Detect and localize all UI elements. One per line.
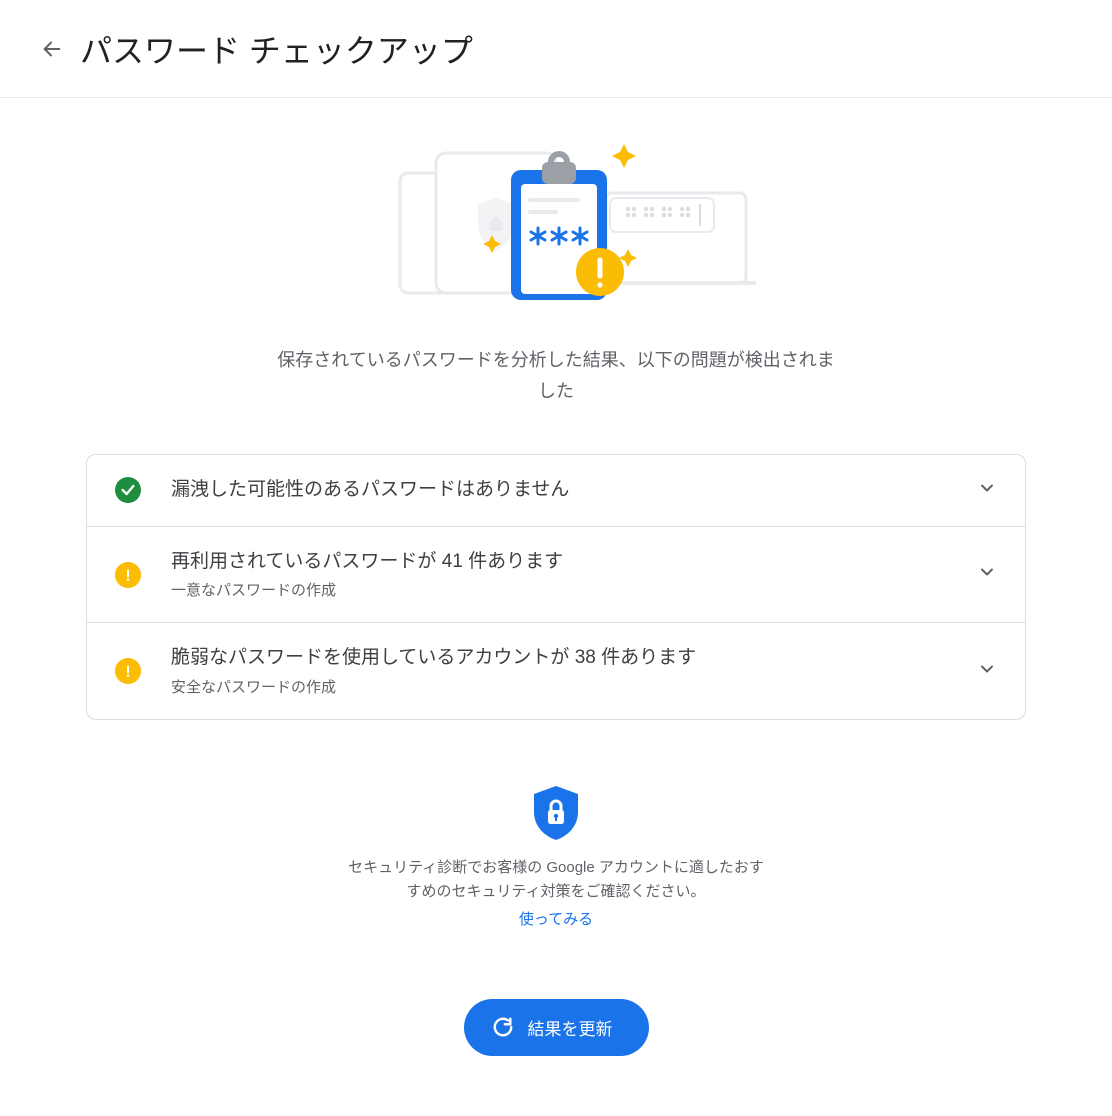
- refresh-button-wrap: 結果を更新: [86, 999, 1026, 1056]
- chevron-down-icon: [977, 659, 997, 684]
- refresh-button[interactable]: 結果を更新: [464, 999, 649, 1056]
- refresh-icon: [492, 1016, 514, 1038]
- security-checkup-link[interactable]: 使ってみる: [519, 908, 593, 929]
- card-subtitle: 一意なパスワードの作成: [171, 579, 961, 600]
- check-icon: [115, 477, 141, 503]
- refresh-button-label: 結果を更新: [528, 1015, 613, 1040]
- card-title: 再利用されているパスワードが 41 件あります: [171, 549, 961, 576]
- hero-caption: 保存されているパスワードを分析した結果、以下の問題が検出されました: [276, 345, 836, 406]
- hero-illustration: [86, 138, 1026, 313]
- result-card-reused[interactable]: 再利用されているパスワードが 41 件あります 一意なパスワードの作成: [87, 526, 1025, 623]
- warning-icon: [115, 562, 141, 588]
- topbar: パスワード チェックアップ: [0, 0, 1112, 98]
- security-checkup-text: セキュリティ診断でお客様の Google アカウントに適したおすすめのセキュリテ…: [346, 856, 766, 904]
- shield-lock-icon: [530, 784, 582, 842]
- card-title: 漏洩した可能性のあるパスワードはありません: [171, 477, 961, 504]
- chevron-down-icon: [977, 478, 997, 503]
- warning-icon: [115, 658, 141, 684]
- card-text: 漏洩した可能性のあるパスワードはありません: [171, 477, 961, 504]
- card-title: 脆弱なパスワードを使用しているアカウントが 38 件あります: [171, 645, 961, 672]
- card-text: 脆弱なパスワードを使用しているアカウントが 38 件あります 安全なパスワードの…: [171, 645, 961, 697]
- chevron-down-icon: [977, 562, 997, 587]
- result-card-weak[interactable]: 脆弱なパスワードを使用しているアカウントが 38 件あります 安全なパスワードの…: [87, 622, 1025, 719]
- security-checkup-block: セキュリティ診断でお客様の Google アカウントに適したおすすめのセキュリテ…: [86, 784, 1026, 929]
- arrow-left-icon: [41, 38, 63, 60]
- card-text: 再利用されているパスワードが 41 件あります 一意なパスワードの作成: [171, 549, 961, 601]
- back-button[interactable]: [32, 29, 72, 69]
- page-title: パスワード チェックアップ: [80, 26, 473, 72]
- main: 保存されているパスワードを分析した結果、以下の問題が検出されました 漏洩した可能…: [86, 98, 1026, 1116]
- results-list: 漏洩した可能性のあるパスワードはありません 再利用されているパスワードが 41 …: [86, 454, 1026, 720]
- card-subtitle: 安全なパスワードの作成: [171, 676, 961, 697]
- result-card-compromised[interactable]: 漏洩した可能性のあるパスワードはありません: [87, 455, 1025, 526]
